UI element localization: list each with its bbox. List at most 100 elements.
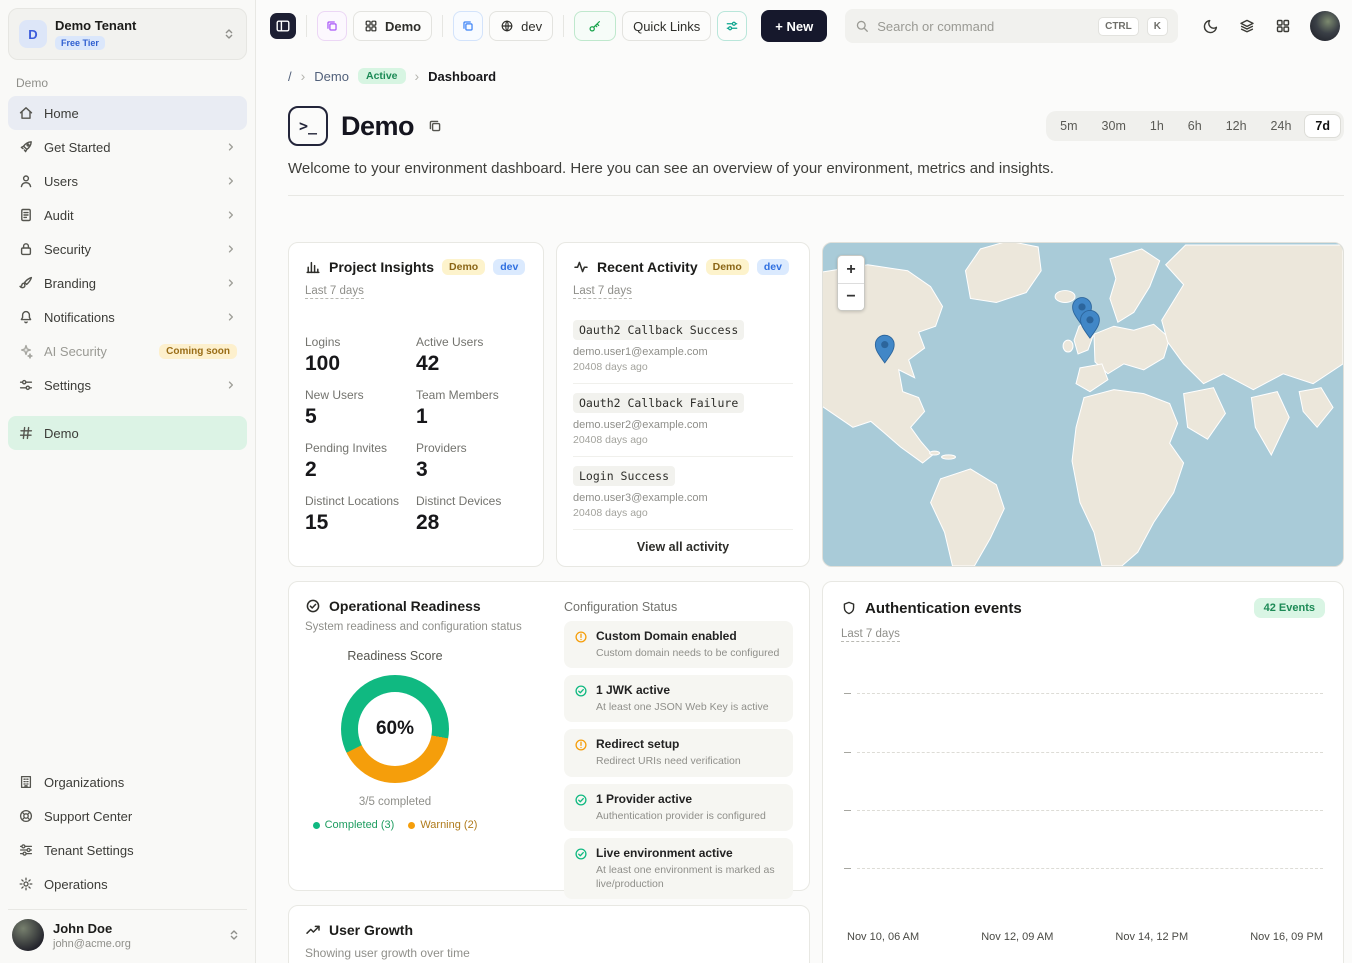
zoom-out-button[interactable]: −: [838, 283, 864, 310]
metric-label: Team Members: [416, 388, 527, 402]
check-description: Authentication provider is configured: [596, 809, 766, 823]
sidebar-item-operations[interactable]: Operations: [8, 867, 247, 901]
chevron-right-icon: [225, 379, 237, 391]
topbar-divider: [563, 15, 564, 37]
chart-x-axis-labels: Nov 10, 06 AM Nov 12, 09 AM Nov 14, 12 P…: [841, 931, 1325, 943]
metric-label: New Users: [305, 388, 416, 402]
card-subtitle: System readiness and configuration statu…: [305, 621, 550, 633]
card-title: Operational Readiness: [329, 598, 481, 614]
new-button[interactable]: + New: [761, 10, 827, 42]
environment-badge: dev: [757, 259, 789, 275]
breadcrumb: / › Demo Active › Dashboard: [288, 68, 1344, 84]
metric: Team Members1: [416, 388, 527, 429]
activity-item[interactable]: Oauth2 Callback Success demo.user1@examp…: [573, 311, 793, 384]
chevron-right-icon: [225, 141, 237, 153]
zoom-in-button[interactable]: +: [838, 256, 864, 283]
time-range-12h[interactable]: 12h: [1215, 114, 1258, 138]
event-user-email: demo.user2@example.com: [573, 419, 793, 431]
sidebar-item-demo-project[interactable]: Demo: [8, 416, 247, 450]
period-label: Last 7 days: [841, 628, 900, 642]
time-range-7d[interactable]: 7d: [1304, 114, 1341, 138]
chevron-right-icon: [225, 311, 237, 323]
sidebar-item-branding[interactable]: Branding: [8, 266, 247, 300]
collapse-sidebar-button[interactable]: [270, 13, 296, 39]
project-switcher-button[interactable]: Demo: [353, 11, 432, 41]
shortcut-ctrl-key: CTRL: [1098, 17, 1139, 36]
apps-grid-icon: [1275, 18, 1291, 34]
grid-icon: [364, 19, 378, 33]
sparkles-icon: [18, 343, 34, 359]
topbar-user-avatar[interactable]: [1310, 11, 1340, 41]
time-range-5m[interactable]: 5m: [1049, 114, 1088, 138]
project-badge: Demo: [706, 259, 749, 275]
panel-left-icon: [275, 18, 291, 34]
sidebar-item-settings[interactable]: Settings: [8, 368, 247, 402]
sidebar-item-audit[interactable]: Audit: [8, 198, 247, 232]
metric: Distinct Devices28: [416, 494, 527, 535]
sliders-icon: [18, 842, 34, 858]
card-header: User Growth: [305, 922, 793, 938]
stack-menu-button[interactable]: [1232, 9, 1262, 43]
time-range-1h[interactable]: 1h: [1139, 114, 1175, 138]
metric: Active Users42: [416, 335, 527, 376]
sliders-icon: [725, 19, 739, 33]
card-title: Recent Activity: [597, 259, 698, 275]
page-subtitle: Welcome to your environment dashboard. H…: [288, 160, 1344, 177]
world-map[interactable]: [823, 243, 1343, 566]
view-all-activity-link[interactable]: View all activity: [573, 540, 793, 554]
sidebar-item-security[interactable]: Security: [8, 232, 247, 266]
environment-badge: dev: [493, 259, 525, 275]
event-user-email: demo.user3@example.com: [573, 492, 793, 504]
user-menu[interactable]: John Doe john@acme.org: [8, 909, 247, 953]
sidebar-item-get-started[interactable]: Get Started: [8, 130, 247, 164]
metric-label: Logins: [305, 335, 416, 349]
check-description: At least one environment is marked as li…: [596, 863, 783, 891]
apps-grid-button[interactable]: [1268, 9, 1298, 43]
time-range-24h[interactable]: 24h: [1260, 114, 1303, 138]
copy-title-icon[interactable]: [427, 118, 443, 134]
warning-icon: [574, 738, 588, 752]
breadcrumb-root-link[interactable]: /: [288, 69, 292, 84]
event-timestamp: 20408 days ago: [573, 507, 793, 519]
check-circle-icon: [574, 847, 588, 861]
event-timestamp: 20408 days ago: [573, 434, 793, 446]
sidebar-item-organizations[interactable]: Organizations: [8, 765, 247, 799]
activity-item[interactable]: Oauth2 Callback Failure demo.user2@examp…: [573, 384, 793, 457]
check-description: Custom domain needs to be configured: [596, 646, 779, 660]
config-check-item: 1 Provider activeAuthentication provider…: [564, 784, 793, 831]
sidebar-item-home[interactable]: Home: [8, 96, 247, 130]
time-range-selector: 5m 30m 1h 6h 12h 24h 7d: [1046, 111, 1344, 141]
topbar-divider: [442, 15, 443, 37]
environment-switcher-button[interactable]: dev: [489, 11, 553, 41]
command-search[interactable]: CTRL K: [845, 9, 1178, 43]
tenant-selector[interactable]: D Demo Tenant Free Tier: [8, 8, 247, 60]
sidebar-item-users[interactable]: Users: [8, 164, 247, 198]
api-keys-button[interactable]: [574, 11, 616, 41]
quick-links-button[interactable]: Quick Links: [622, 11, 711, 41]
environment-label: dev: [521, 19, 542, 34]
layers-icon: [1239, 18, 1255, 34]
time-range-6h[interactable]: 6h: [1177, 114, 1213, 138]
sidebar-item-tenant-settings[interactable]: Tenant Settings: [8, 833, 247, 867]
sidebar-item-notifications[interactable]: Notifications: [8, 300, 247, 334]
check-circle-icon: [574, 793, 588, 807]
nav-label: Security: [44, 242, 91, 257]
breadcrumb-project-link[interactable]: Demo: [314, 69, 349, 84]
dark-mode-toggle[interactable]: [1196, 9, 1226, 43]
sidebar-item-support-center[interactable]: Support Center: [8, 799, 247, 833]
operational-readiness-card: Operational Readiness System readiness a…: [288, 581, 810, 891]
recent-activity-card: Recent Activity Demo dev Last 7 days Oau…: [556, 242, 810, 567]
activity-item[interactable]: Login Success demo.user3@example.com 204…: [573, 457, 793, 530]
search-input[interactable]: [877, 19, 1090, 34]
time-range-30m[interactable]: 30m: [1091, 114, 1137, 138]
copy-environment-button[interactable]: [453, 11, 483, 41]
chart-gridline: [857, 752, 1323, 753]
app-root: D Demo Tenant Free Tier Demo Home Get St…: [0, 0, 1352, 963]
check-description: At least one JSON Web Key is active: [596, 700, 769, 714]
metric: Distinct Locations15: [305, 494, 416, 535]
user-locations-map[interactable]: + −: [822, 242, 1344, 567]
copy-project-button[interactable]: [317, 11, 347, 41]
gear-icon: [18, 876, 34, 892]
quick-links-settings-button[interactable]: [717, 11, 747, 41]
nav-label: Operations: [44, 877, 108, 892]
